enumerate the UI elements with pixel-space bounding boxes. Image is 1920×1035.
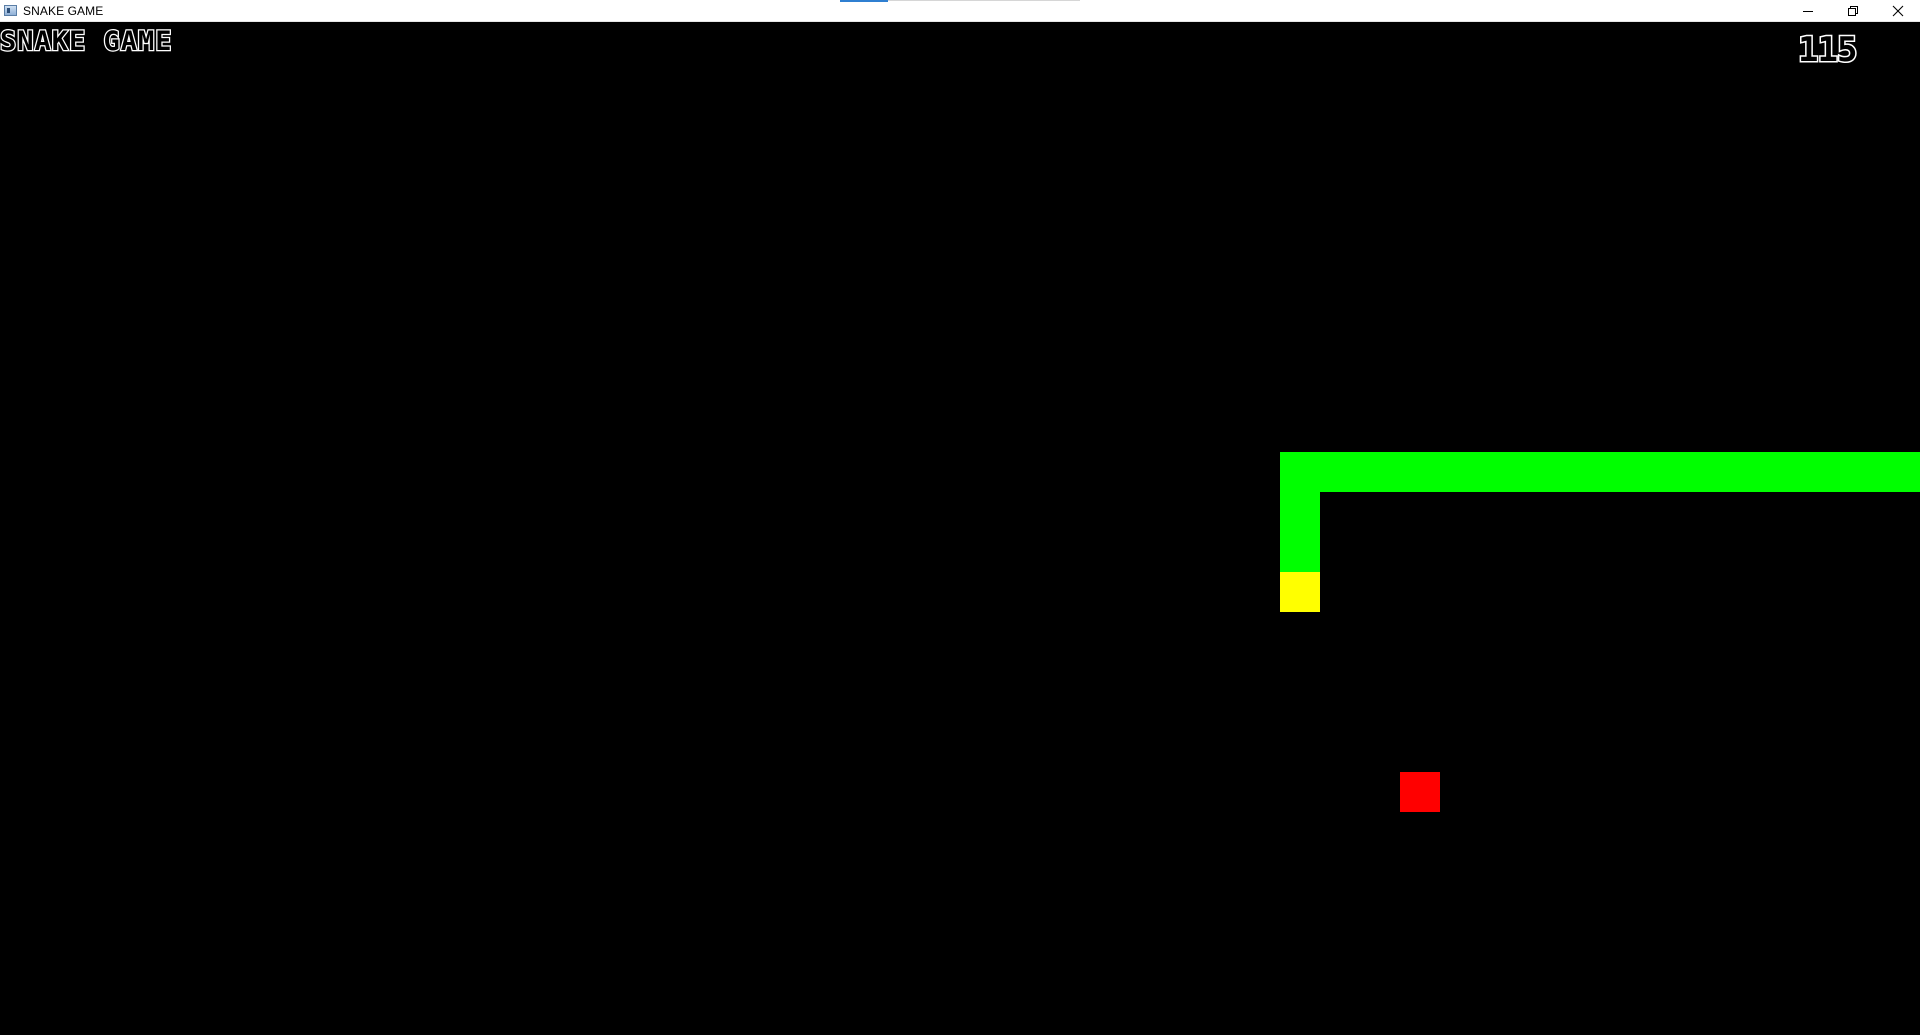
snake-body-segment <box>1480 452 1520 492</box>
taskbar-focus-track <box>888 0 1080 1</box>
snake-body-segment <box>1800 452 1840 492</box>
snake-body-segment <box>1720 452 1760 492</box>
food-pellet <box>1400 772 1440 812</box>
close-icon <box>1892 5 1903 17</box>
snake-body-segment <box>1560 452 1600 492</box>
snake-body-segment <box>1280 532 1320 572</box>
snake-body-segment <box>1680 452 1720 492</box>
restore-button[interactable] <box>1830 0 1875 22</box>
snake-body-segment <box>1760 452 1800 492</box>
app-window-icon <box>4 5 17 16</box>
snake-body-segment <box>1520 452 1560 492</box>
game-window: SNAKE GAME SNAKE GAME 115 <box>0 0 1920 1035</box>
snake-body-segment <box>1280 452 1320 492</box>
restore-icon <box>1847 6 1858 16</box>
game-title: SNAKE GAME <box>0 25 173 59</box>
snake-body-segment <box>1840 452 1880 492</box>
title-bar[interactable]: SNAKE GAME <box>0 0 1920 22</box>
snake-body-segment <box>1640 452 1680 492</box>
snake-body-segment <box>1880 452 1920 492</box>
taskbar-focus-indicator <box>840 0 888 2</box>
snake-body-segment <box>1280 492 1320 532</box>
snake-body-segment <box>1440 452 1480 492</box>
snake-body-segment <box>1400 452 1440 492</box>
snake-body-segment <box>1600 452 1640 492</box>
window-title: SNAKE GAME <box>23 3 104 18</box>
snake-body-segment <box>1320 452 1360 492</box>
score-display: 115 <box>1796 29 1858 72</box>
snake-head <box>1280 572 1320 612</box>
window-controls <box>1785 0 1920 22</box>
game-canvas[interactable]: SNAKE GAME 115 <box>0 22 1920 1035</box>
minimize-button[interactable] <box>1785 0 1830 22</box>
close-button[interactable] <box>1875 0 1920 22</box>
snake-body-segment <box>1360 452 1400 492</box>
minimize-icon <box>1802 11 1813 12</box>
